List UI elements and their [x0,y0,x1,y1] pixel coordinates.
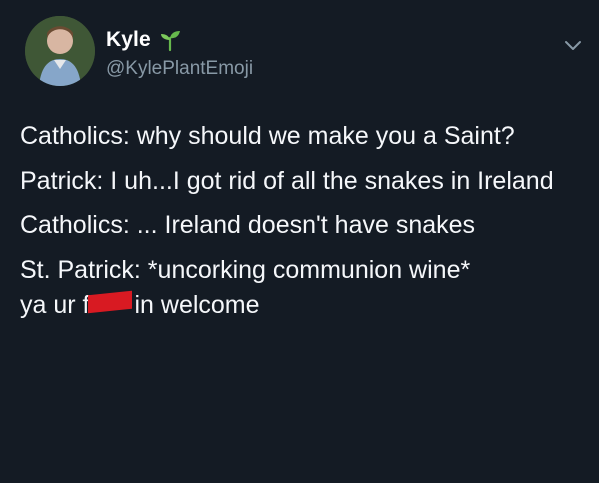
person-avatar-icon [25,16,95,86]
tweet-text: Catholics: why should we make you a Sain… [20,119,585,333]
avatar[interactable] [25,16,95,86]
tweet-paragraph-2: Patrick: I uh...I got rid of all the sna… [20,166,554,195]
tweet-line-4b-suffix: in welcome [134,291,260,319]
seedling-icon [158,28,182,52]
user-handle[interactable]: @KylePlantEmoji [106,58,253,80]
tweet-header: Kyle @KylePlantEmoji [25,16,585,90]
tweet-paragraph-3: Catholics: ... Ireland doesn't have snak… [20,211,476,239]
chevron-down-icon[interactable] [563,36,583,56]
display-name[interactable]: Kyle [106,28,151,52]
tweet-line-4a: St. Patrick: *uncorking communion wine* [20,255,471,284]
tweet-line-4b-prefix: ya ur f [20,291,90,319]
tweet-paragraph-4: St. Patrick: *uncorking communion wine* … [20,253,585,324]
tweet-paragraph-1: Catholics: why should we make you a Sain… [20,122,515,150]
censor-bar [88,290,133,314]
tweet-card: Kyle @KylePlantEmoji Catholics: why shou… [0,0,599,483]
name-row: Kyle [106,26,182,54]
